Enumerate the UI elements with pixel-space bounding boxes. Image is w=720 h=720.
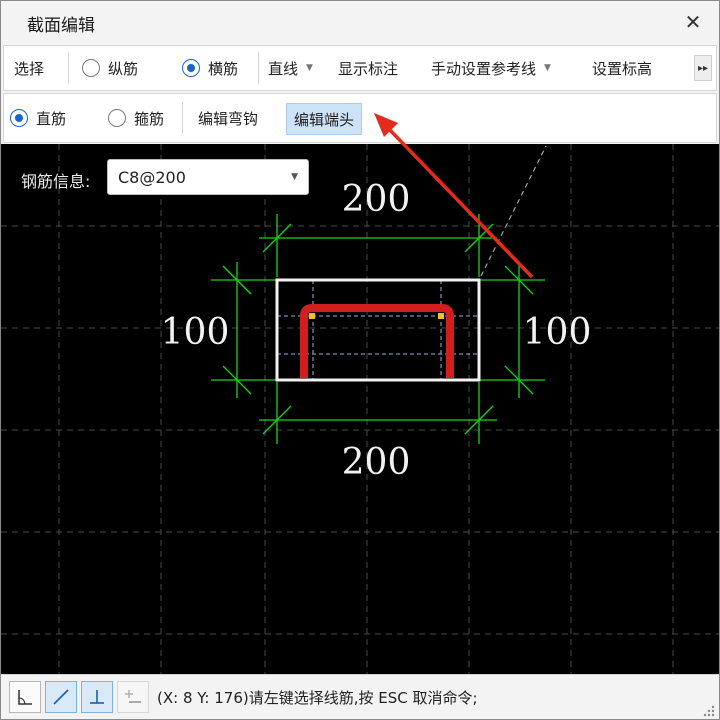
title-bar: 截面编辑 ✕ xyxy=(1,1,719,43)
window-title: 截面编辑 xyxy=(27,16,95,36)
caret-down-icon: ▼ xyxy=(544,63,551,73)
show-annotation-label: 显示标注 xyxy=(338,59,399,78)
canvas-grid xyxy=(1,144,719,674)
edit-hook-label: 编辑弯钩 xyxy=(198,109,259,128)
perpendicular-icon xyxy=(90,690,104,704)
orthogonal-snap-button[interactable] xyxy=(9,681,41,713)
reference-line xyxy=(480,145,547,277)
longitudinal-radio[interactable]: 纵筋 xyxy=(82,46,138,90)
transverse-rebar[interactable] xyxy=(300,304,454,378)
section-drawing: 200 200 100 100 xyxy=(1,144,719,674)
rebar-info-value: C8@200 xyxy=(118,167,186,187)
rebar-endpoint-marker[interactable] xyxy=(309,313,315,319)
straight-rebar-label: 直筋 xyxy=(36,109,67,128)
transverse-radio[interactable]: 横筋 xyxy=(182,46,238,90)
toolbar-overflow-button[interactable]: ▸▸ xyxy=(694,55,712,81)
stirrup-radio[interactable]: 箍筋 xyxy=(108,94,164,142)
longitudinal-label: 纵筋 xyxy=(108,59,139,78)
add-point-button[interactable] xyxy=(117,681,149,713)
radio-unchecked-icon xyxy=(82,59,100,77)
line-type-dropdown[interactable]: 直线 ▼ xyxy=(268,46,313,90)
select-label: 选择 xyxy=(14,59,45,78)
rebar-info-dropdown[interactable]: C8@200 ▼ xyxy=(107,159,309,195)
radio-checked-icon xyxy=(182,59,200,77)
line-snap-button[interactable] xyxy=(45,681,77,713)
straight-rebar-radio[interactable]: 直筋 xyxy=(10,94,66,142)
edit-hook-button[interactable]: 编辑弯钩 xyxy=(198,94,258,142)
close-button[interactable]: ✕ xyxy=(681,10,705,34)
caret-down-icon: ▼ xyxy=(306,63,313,73)
status-message: (X: 8 Y: 176)请左键选择线筋,按 ESC 取消命令; xyxy=(157,689,478,707)
double-chevron-right-icon: ▸▸ xyxy=(697,62,709,74)
set-elevation-button[interactable]: 设置标高 xyxy=(592,46,652,90)
resize-grip-icon[interactable] xyxy=(703,705,715,717)
toolbar-divider xyxy=(68,52,69,84)
transverse-label: 横筋 xyxy=(208,59,239,78)
section-edit-window: 截面编辑 ✕ 选择 纵筋 横筋 直线 ▼ 显示标注 手动设置参考线 ▼ 设置标高 xyxy=(0,0,720,720)
rebar-endpoint-marker[interactable] xyxy=(438,313,444,319)
plus-line-icon xyxy=(125,690,141,703)
manual-ref-line-dropdown[interactable]: 手动设置参考线 ▼ xyxy=(431,46,551,90)
edit-end-button[interactable]: 编辑端头 xyxy=(286,103,363,135)
dim-left-text: 100 xyxy=(161,312,230,353)
radio-unchecked-icon xyxy=(108,109,126,127)
dim-right-text: 100 xyxy=(523,312,592,353)
show-annotation-button[interactable]: 显示标注 xyxy=(338,46,398,90)
diagonal-line-icon xyxy=(53,689,69,705)
toolbar-divider xyxy=(258,52,259,84)
toolbar-divider xyxy=(182,102,183,134)
stirrup-label: 箍筋 xyxy=(134,109,165,128)
edit-toolbar: 直筋 箍筋 编辑弯钩 编辑端头 xyxy=(3,93,717,143)
rebar-info-label: 钢筋信息: xyxy=(21,172,91,191)
perpendicular-snap-button[interactable] xyxy=(81,681,113,713)
edit-end-label: 编辑端头 xyxy=(294,110,355,129)
caret-down-icon: ▼ xyxy=(291,172,298,182)
radio-checked-icon xyxy=(10,109,28,127)
dim-bottom-text: 200 xyxy=(342,442,411,483)
status-bar: (X: 8 Y: 176)请左键选择线筋,按 ESC 取消命令; xyxy=(1,674,719,719)
main-toolbar: 选择 纵筋 横筋 直线 ▼ 显示标注 手动设置参考线 ▼ 设置标高 ▸▸ xyxy=(3,45,717,91)
drawing-canvas[interactable]: 200 200 100 100 钢筋信息: C8@200 ▼ xyxy=(1,144,719,674)
set-elevation-label: 设置标高 xyxy=(592,59,653,78)
select-button[interactable]: 选择 xyxy=(14,46,44,90)
manual-ref-line-label: 手动设置参考线 xyxy=(431,59,537,78)
line-type-value: 直线 xyxy=(268,59,299,78)
corner-snap-icon xyxy=(18,690,32,705)
dim-top-text: 200 xyxy=(342,179,411,220)
